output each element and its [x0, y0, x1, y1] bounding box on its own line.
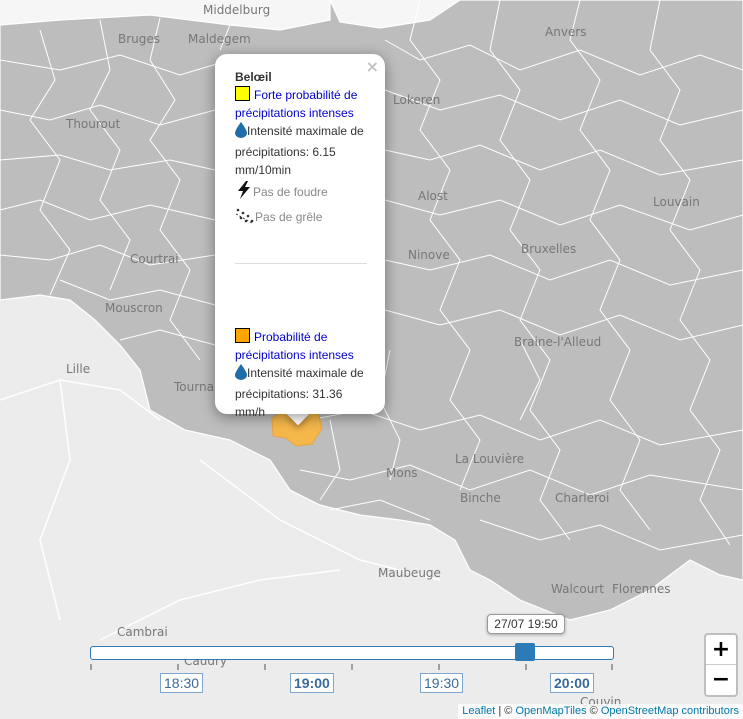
- openmaptiles-link[interactable]: OpenMapTiles: [515, 705, 586, 717]
- place-label: Courtrai: [130, 252, 179, 266]
- lightning-text: Pas de foudre: [253, 185, 328, 199]
- place-label: Bruges: [118, 32, 161, 46]
- timeline-handle[interactable]: [515, 643, 535, 661]
- hail-row: Pas de grêle: [235, 206, 367, 229]
- time-label[interactable]: 20:00: [550, 673, 594, 693]
- place-label: Ninove: [408, 248, 450, 262]
- lightning-icon: [235, 181, 253, 204]
- place-label: Cambrai: [117, 625, 168, 639]
- place-label: Charleroi: [555, 491, 610, 505]
- place-label: Anvers: [545, 25, 587, 39]
- place-label: Walcourt: [551, 582, 604, 596]
- place-label: Lokeren: [393, 93, 441, 107]
- popup-body: Belœil Forte probabilité de précipitatio…: [235, 68, 367, 421]
- intensity-row: Intensité maximale de précipitations: 31…: [235, 364, 367, 421]
- zoom-out-button[interactable]: −: [706, 665, 736, 695]
- place-label: Thourout: [66, 117, 121, 131]
- raindrop-icon: [235, 364, 247, 385]
- time-tooltip: 27/07 19:50: [487, 614, 565, 634]
- timeline-ticks: [90, 664, 613, 670]
- place-label: Bruxelles: [521, 242, 577, 256]
- alert-color-swatch: [235, 328, 250, 343]
- raindrop-icon: [235, 122, 247, 143]
- place-label: Lille: [66, 362, 91, 376]
- alert-color-swatch: [235, 86, 250, 101]
- hail-icon: [235, 206, 255, 229]
- place-label: Alost: [418, 189, 448, 203]
- place-label: Louvain: [653, 195, 700, 209]
- place-label: Maldegem: [188, 32, 251, 46]
- hail-text: Pas de grêle: [255, 210, 323, 224]
- place-label: Middelburg: [203, 3, 271, 17]
- place-label: Braine-l'Alleud: [514, 335, 602, 349]
- intensity-text: Intensité maximale de précipitations: 6.…: [235, 124, 364, 177]
- lightning-row: Pas de foudre: [235, 181, 367, 204]
- place-label: Mouscron: [105, 301, 163, 315]
- attribution-sep: | ©: [495, 705, 516, 717]
- intensity-row: Intensité maximale de précipitations: 6.…: [235, 122, 367, 179]
- region-popup: × Belœil Forte probabilité de précipitat…: [215, 54, 385, 419]
- alert-level-row: Forte probabilité de précipitations inte…: [235, 86, 367, 122]
- timeline-slider-track[interactable]: [90, 646, 614, 660]
- leaflet-link[interactable]: Leaflet: [462, 705, 495, 717]
- osm-link[interactable]: OpenStreetMap contributors: [601, 705, 739, 717]
- place-label: La Louvière: [455, 452, 525, 466]
- place-label: Binche: [460, 491, 501, 505]
- time-label[interactable]: 18:30: [160, 673, 204, 693]
- time-label[interactable]: 19:30: [420, 673, 464, 693]
- intensity-text: Intensité maximale de précipitations: 31…: [235, 366, 364, 419]
- alert-level-row: Probabilité de précipitations intenses: [235, 328, 367, 364]
- time-label[interactable]: 19:00: [290, 673, 334, 693]
- attribution-sep: ©: [586, 705, 601, 717]
- place-label: Tournai: [174, 380, 218, 394]
- place-label: Maubeuge: [378, 566, 441, 580]
- attribution: Leaflet | © OpenMapTiles © OpenStreetMap…: [458, 704, 743, 719]
- place-label: Florennes: [612, 582, 671, 596]
- popup-title: Belœil: [235, 70, 272, 84]
- zoom-control: + −: [704, 633, 738, 697]
- alert-level-link[interactable]: Forte probabilité de précipitations inte…: [235, 88, 357, 120]
- alert-level-link[interactable]: Probabilité de précipitations intenses: [235, 330, 354, 362]
- close-icon[interactable]: ×: [366, 57, 379, 76]
- popup-separator: [235, 263, 367, 264]
- zoom-in-button[interactable]: +: [706, 635, 736, 665]
- place-label: Mons: [386, 466, 418, 480]
